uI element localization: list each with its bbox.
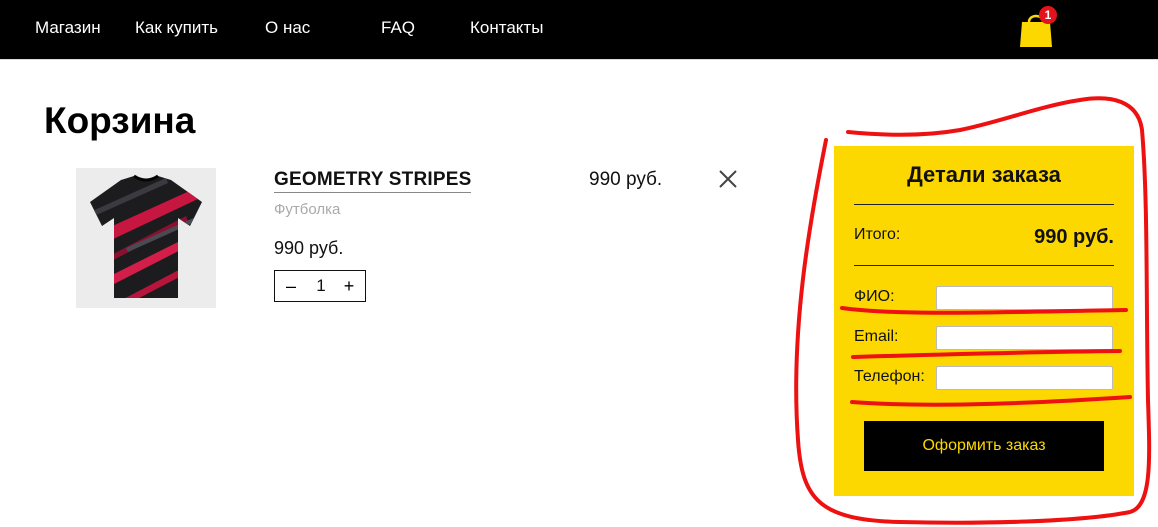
decrement-button[interactable]: – — [281, 275, 301, 297]
total-value: 990 руб. — [1034, 226, 1114, 248]
total-label: Итого: — [854, 226, 901, 243]
order-details-panel: Детали заказа Итого: 990 руб. ФИО: Email… — [834, 146, 1134, 496]
cart-count-badge: 1 — [1039, 6, 1057, 24]
phone-field[interactable] — [936, 366, 1113, 390]
quantity-value: 1 — [316, 276, 326, 295]
product-image[interactable] — [76, 168, 216, 308]
phone-field-label: Телефон: — [854, 368, 925, 385]
product-unit-price: 990 руб. — [274, 238, 344, 258]
divider — [854, 265, 1114, 266]
quantity-stepper: – 1 + — [274, 270, 366, 302]
tshirt-image — [90, 174, 202, 298]
cart-button[interactable]: 1 — [1019, 6, 1059, 47]
nav-link-contacts[interactable]: Контакты — [470, 18, 543, 38]
page-title: Корзина — [44, 100, 196, 141]
nav-link-about[interactable]: О нас — [265, 18, 310, 38]
nav-link-how-to-buy[interactable]: Как купить — [135, 18, 218, 38]
divider — [854, 204, 1114, 205]
nav-link-shop[interactable]: Магазин — [35, 18, 101, 38]
product-name-link[interactable]: GEOMETRY STRIPES — [274, 169, 472, 193]
top-navbar: Магазин Как купить О нас FAQ Контакты 1 — [0, 0, 1158, 60]
close-icon — [719, 170, 737, 188]
nav-link-faq[interactable]: FAQ — [381, 18, 415, 38]
email-field[interactable] — [936, 326, 1113, 350]
place-order-button[interactable]: Оформить заказ — [864, 421, 1104, 471]
increment-button[interactable]: + — [339, 275, 359, 297]
remove-item-button[interactable] — [716, 167, 740, 191]
order-details-title: Детали заказа — [907, 162, 1061, 187]
line-total-price: 990 руб. — [589, 169, 663, 190]
email-field-label: Email: — [854, 328, 899, 345]
name-field-label: ФИО: — [854, 288, 895, 305]
name-field[interactable] — [936, 286, 1113, 310]
product-type: Футболка — [274, 201, 341, 218]
